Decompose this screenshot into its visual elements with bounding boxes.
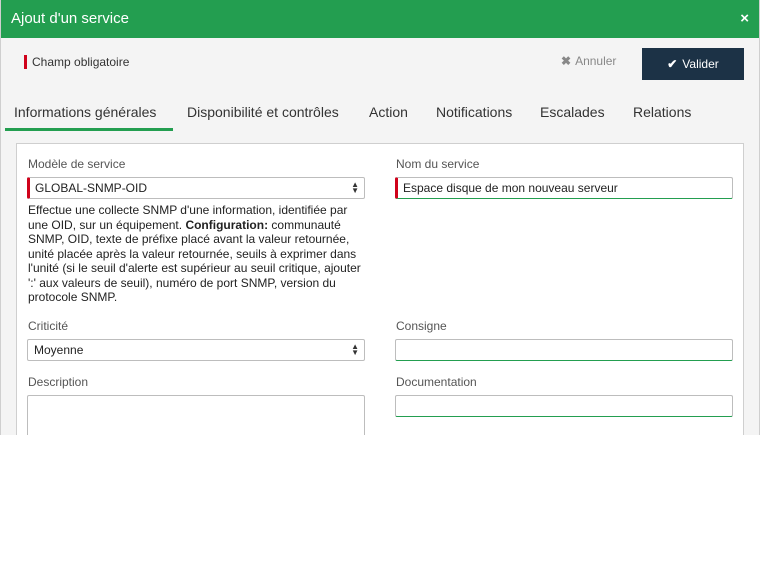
sort-arrows-icon: ▲ ▼ bbox=[351, 180, 359, 195]
validate-label: Valider bbox=[682, 57, 719, 71]
sort-arrows-icon: ▲ ▼ bbox=[351, 342, 359, 357]
modal-header: Ajout d'un service × bbox=[1, 0, 759, 38]
cancel-button[interactable]: ✖ Annuler bbox=[561, 54, 616, 68]
close-icon[interactable]: × bbox=[740, 11, 749, 27]
model-value: GLOBAL-SNMP-OID bbox=[35, 181, 148, 195]
service-name-input[interactable]: Espace disque de mon nouveau serveur bbox=[395, 177, 733, 199]
tab-availability[interactable]: Disponibilité et contrôles bbox=[187, 104, 339, 120]
description-textarea[interactable] bbox=[27, 395, 365, 435]
instruction-label: Consigne bbox=[396, 319, 447, 333]
description-label: Description bbox=[28, 375, 89, 389]
check-icon: ✔ bbox=[667, 57, 678, 71]
close-icon: ✖ bbox=[561, 54, 572, 68]
model-label: Modèle de service bbox=[28, 157, 126, 171]
criticality-value: Moyenne bbox=[34, 343, 84, 357]
tab-action[interactable]: Action bbox=[369, 104, 408, 120]
validate-button[interactable]: ✔ Valider bbox=[642, 48, 744, 80]
criticality-label: Criticité bbox=[28, 319, 69, 333]
required-legend: Champ obligatoire bbox=[32, 55, 130, 69]
model-select[interactable]: GLOBAL-SNMP-OID ▲ ▼ bbox=[27, 177, 365, 199]
active-tab-indicator bbox=[5, 128, 173, 131]
model-description: Effectue une collecte SNMP d'une informa… bbox=[28, 203, 361, 304]
tab-escalations[interactable]: Escalades bbox=[540, 104, 605, 120]
form-panel: Modèle de service GLOBAL-SNMP-OID ▲ ▼ Eff… bbox=[16, 143, 744, 435]
modal-title: Ajout d'un service bbox=[11, 10, 129, 27]
service-name-label: Nom du service bbox=[396, 157, 480, 171]
tab-notifications[interactable]: Notifications bbox=[436, 104, 512, 120]
criticality-select[interactable]: Moyenne ▲ ▼ bbox=[27, 339, 365, 361]
service-name-value: Espace disque de mon nouveau serveur bbox=[403, 181, 618, 195]
add-service-modal: Ajout d'un service × Champ obligatoire ✖… bbox=[0, 0, 760, 435]
documentation-input[interactable] bbox=[395, 395, 733, 417]
instruction-input[interactable] bbox=[395, 339, 733, 361]
documentation-label: Documentation bbox=[396, 375, 477, 389]
required-marker bbox=[24, 55, 27, 69]
tab-general-info[interactable]: Informations générales bbox=[14, 104, 156, 120]
tab-relations[interactable]: Relations bbox=[633, 104, 691, 120]
cancel-label: Annuler bbox=[575, 54, 617, 68]
tab-bar: Informations générales Disponibilité et … bbox=[1, 96, 759, 132]
